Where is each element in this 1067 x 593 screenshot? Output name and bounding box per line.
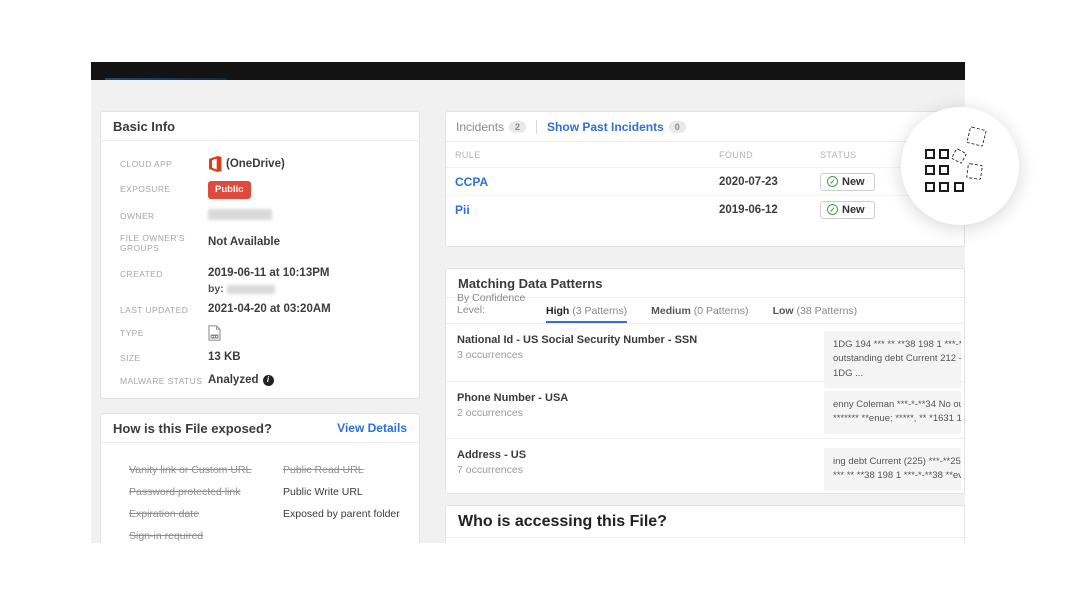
field-malware-status: MALWARE STATUS Analyzed i (120, 373, 419, 387)
field-label: SIZE (120, 350, 208, 364)
exposure-item-public-read-url: Public Read URL (283, 464, 400, 476)
owner-groups-value: Not Available (208, 230, 280, 253)
created-by-redacted (227, 285, 275, 294)
incident-found-date: 2020-07-23 (719, 176, 820, 188)
tab-confidence-low[interactable]: Low (38 Patterns) (773, 305, 858, 323)
pattern-row-phone: Phone Number - USA 2 occurrences enny Co… (446, 382, 964, 439)
incident-status-label: New (842, 176, 865, 188)
file-type-icon (208, 325, 221, 341)
field-owner: OWNER (120, 208, 419, 221)
basic-info-fields: CLOUD APP (OneDrive) EXPOSURE Public OWN… (101, 141, 419, 387)
size-value: 13 KB (208, 350, 241, 364)
incident-row: CCPA 2020-07-23 ✓ New (446, 167, 964, 195)
view-details-link[interactable]: View Details (337, 421, 407, 435)
field-owner-groups: FILE OWNER'S GROUPS Not Available (120, 230, 419, 253)
last-updated-value: 2021-04-20 at 03:20AM (208, 302, 331, 316)
pattern-snippet: ing debt Current (225) ***-**25 *** ****… (824, 448, 961, 491)
field-label: CREATED (120, 266, 208, 296)
incident-rule-link[interactable]: CCPA (455, 175, 719, 189)
field-label: CLOUD APP (120, 156, 208, 172)
matching-patterns-panel: Matching Data Patterns By Confidence Lev… (445, 268, 965, 494)
col-rule: RULE (455, 150, 719, 160)
incident-status-button[interactable]: ✓ New (820, 201, 875, 219)
field-label: EXPOSURE (120, 181, 208, 199)
field-label: TYPE (120, 325, 208, 341)
magnifier-decoration (901, 107, 1019, 225)
exposure-item-sign-in-required: Sign-in required (129, 530, 419, 542)
matching-patterns-title: Matching Data Patterns (458, 276, 602, 291)
field-label: FILE OWNER'S GROUPS (120, 230, 208, 253)
exposure-public-badge: Public (208, 181, 251, 199)
field-exposure: EXPOSURE Public (120, 181, 419, 199)
app-screenshot-frame: Basic Info CLOUD APP (OneDrive) EXPOSURE… (91, 62, 965, 543)
incident-status-button[interactable]: ✓ New (820, 173, 875, 191)
check-circle-icon: ✓ (827, 176, 838, 187)
created-by-label: by: (208, 283, 224, 295)
field-size: SIZE 13 KB (120, 350, 419, 364)
pattern-snippet: 1DG 194 *** ** **38 198 1 ***-*-**38 ** … (824, 331, 961, 388)
dotted-square-icon (966, 163, 983, 180)
exposure-item-parent-folder: Exposed by parent folder (283, 508, 400, 520)
tab-incidents[interactable]: Incidents 2 (456, 120, 526, 134)
file-exposed-panel: How is this File exposed? View Details V… (100, 413, 420, 543)
file-access-panel: Who is accessing this File? DATE EVENT N… (445, 505, 965, 543)
pattern-snippet: enny Coleman ***-*-**34 No outstandin **… (824, 391, 961, 434)
data-square-icon (939, 182, 949, 192)
field-label: OWNER (120, 208, 208, 221)
field-label: LAST UPDATED (120, 302, 208, 316)
incidents-count-badge: 2 (509, 121, 526, 133)
onedrive-office-icon (208, 156, 222, 172)
incidents-table-header: RULE FOUND STATUS (446, 142, 964, 167)
col-found: FOUND (719, 150, 820, 160)
tab-incidents-label: Incidents (456, 120, 504, 134)
data-square-icon (925, 165, 935, 175)
tab-confidence-high[interactable]: High (3 Patterns) (546, 305, 627, 323)
field-created: CREATED 2019-06-11 at 10:13PM by: (120, 266, 419, 296)
exposure-item-public-write-url: Public Write URL (283, 486, 400, 498)
confidence-filter-label: By Confidence Level: (457, 292, 546, 323)
tab-past-label: Show Past Incidents (547, 120, 664, 134)
basic-info-panel: Basic Info CLOUD APP (OneDrive) EXPOSURE… (100, 111, 420, 399)
data-square-icon (939, 165, 949, 175)
cloud-app-value: (OneDrive) (226, 157, 285, 171)
field-type: TYPE (120, 325, 419, 341)
exposure-right-column: Public Read URL Public Write URL Exposed… (283, 464, 400, 530)
basic-info-title: Basic Info (101, 112, 419, 141)
data-square-icon (939, 149, 949, 159)
incident-found-date: 2019-06-12 (719, 204, 820, 216)
tab-confidence-medium[interactable]: Medium (0 Patterns) (651, 305, 748, 323)
top-navigation-bar (91, 62, 965, 80)
created-date-value: 2019-06-11 at 10:13PM (208, 267, 329, 279)
past-incidents-count-badge: 0 (669, 121, 686, 133)
owner-redacted-value (208, 209, 272, 220)
field-last-updated: LAST UPDATED 2021-04-20 at 03:20AM (120, 302, 419, 316)
pattern-row-ssn: National Id - US Social Security Number … (446, 324, 964, 382)
field-cloud-app: CLOUD APP (OneDrive) (120, 156, 419, 172)
malware-status-value: Analyzed (208, 373, 259, 387)
file-exposed-title: How is this File exposed? (113, 421, 272, 436)
incidents-panel: Incidents 2 Show Past Incidents 0 RULE F… (445, 111, 965, 247)
data-square-icon (954, 182, 964, 192)
file-access-title: Who is accessing this File? (446, 506, 964, 538)
content-background: Basic Info CLOUD APP (OneDrive) EXPOSURE… (91, 80, 965, 543)
tab-divider (536, 120, 537, 134)
incident-row: Pii 2019-06-12 ✓ New (446, 195, 964, 223)
field-label: MALWARE STATUS (120, 373, 208, 387)
tab-show-past-incidents[interactable]: Show Past Incidents 0 (547, 120, 686, 134)
incident-rule-link[interactable]: Pii (455, 203, 719, 217)
check-circle-icon: ✓ (827, 204, 838, 215)
incident-status-label: New (842, 204, 865, 216)
data-square-icon (925, 182, 935, 192)
data-square-icon (925, 149, 935, 159)
info-icon[interactable]: i (263, 375, 274, 386)
pattern-row-address: Address - US 7 occurrences ing debt Curr… (446, 439, 964, 495)
